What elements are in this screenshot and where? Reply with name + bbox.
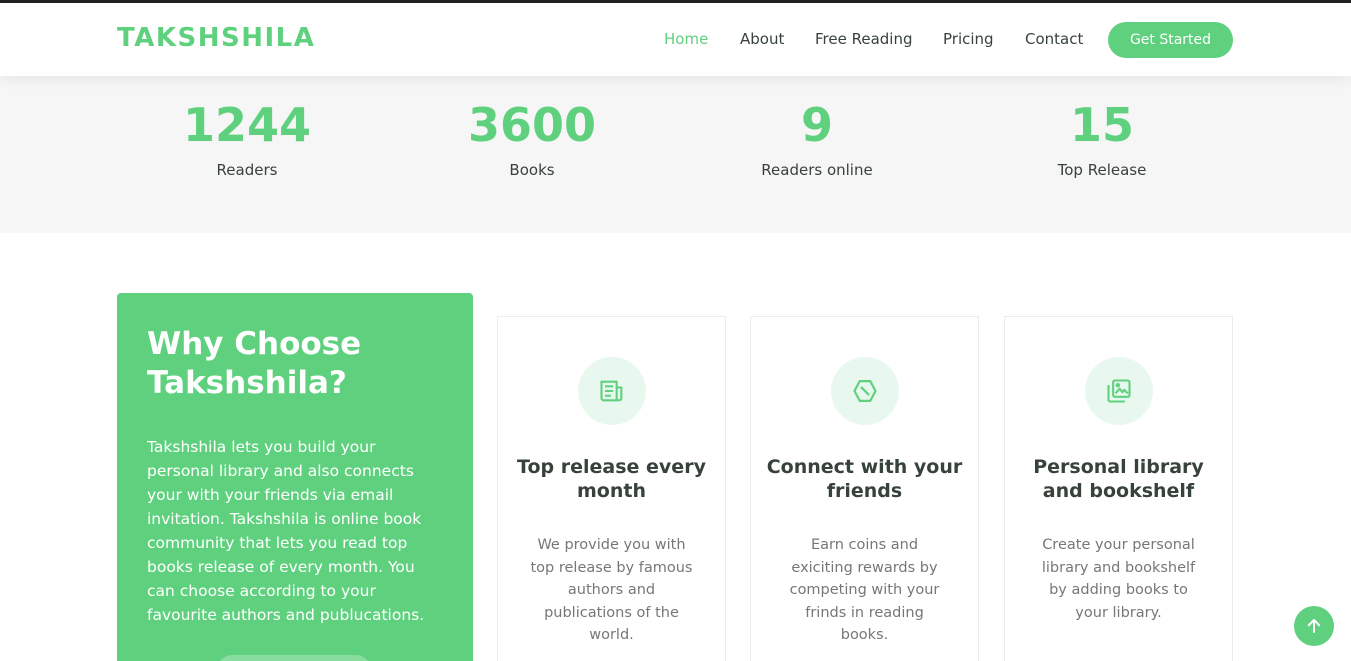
card-title: Personal library and bookshelf	[1033, 456, 1204, 502]
back-to-top-button[interactable]	[1294, 606, 1334, 646]
icon-circle	[578, 357, 646, 425]
stat-value: 9	[800, 98, 833, 152]
card-title: Connect with your friends	[766, 456, 963, 502]
logo[interactable]: TAKSHSHILA	[117, 23, 315, 53]
stat-label: Readers	[216, 161, 278, 179]
feature-card-library: Personal library and bookshelf Create yo…	[1004, 316, 1233, 661]
why-title: Why Choose Takshshila?	[147, 326, 362, 401]
nav-contact[interactable]: Contact	[1025, 30, 1083, 48]
images-icon	[1107, 379, 1131, 403]
stats-section: 1244 Readers 3600 Books 9 Readers online…	[0, 76, 1351, 233]
nav-about[interactable]: About	[740, 30, 784, 48]
why-choose-box: Why Choose Takshshila? Takshshila lets y…	[117, 293, 473, 661]
nav-free-reading[interactable]: Free Reading	[815, 30, 913, 48]
icon-circle	[831, 357, 899, 425]
stat-value: 3600	[467, 98, 597, 152]
card-text: Create your personal library and bookshe…	[1041, 537, 1196, 621]
nav-home[interactable]: Home	[664, 30, 708, 48]
get-started-button[interactable]: Get Started	[1108, 22, 1233, 58]
stat-label: Books	[509, 161, 555, 179]
card-text: We provide you with top release by famou…	[530, 537, 693, 643]
hexagon-icon	[853, 379, 877, 403]
stat-label: Top Release	[1057, 161, 1147, 179]
stat-label: Readers online	[761, 161, 873, 179]
nav-pricing[interactable]: Pricing	[943, 30, 994, 48]
card-text: Earn coins and exiciting rewards by comp…	[789, 537, 940, 643]
arrow-up-icon	[1307, 619, 1321, 633]
site-header: TAKSHSHILA Home About Free Reading Prici…	[0, 3, 1351, 76]
icon-circle	[1085, 357, 1153, 425]
feature-card-connect: Connect with your friends Earn coins and…	[750, 316, 979, 661]
stat-value: 15	[1069, 98, 1134, 152]
card-title: Top release every month	[517, 456, 706, 502]
stat-value: 1244	[182, 98, 312, 152]
newspaper-icon	[600, 380, 623, 402]
why-text: Takshshila lets you build your personal …	[147, 438, 425, 624]
learn-more-button[interactable]	[217, 655, 371, 661]
feature-card-top-release: Top release every month We provide you w…	[497, 316, 726, 661]
